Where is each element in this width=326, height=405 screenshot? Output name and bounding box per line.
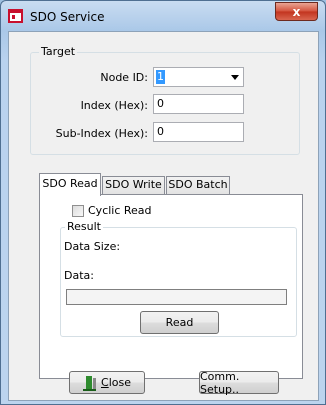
cyclic-read-label[interactable]: Cyclic Read — [88, 204, 152, 217]
subindex-input[interactable]: 0 — [153, 122, 244, 142]
window-close-button[interactable]: x — [275, 2, 318, 21]
chevron-down-icon[interactable] — [231, 75, 239, 80]
node-id-select[interactable]: 1 — [153, 67, 244, 87]
read-button[interactable]: Read — [140, 311, 219, 334]
title-bar[interactable]: SDO Service x — [1, 1, 325, 31]
close-button-mnemonic: C — [101, 376, 109, 389]
data-display — [66, 289, 287, 305]
comm-setup-button[interactable]: Comm. Setup.. — [199, 370, 279, 396]
cyclic-read-checkbox[interactable] — [72, 205, 84, 217]
dialog-body: Target Node ID: 1 Index (Hex): 0 Sub-Ind… — [8, 31, 319, 401]
tab-sdo-read[interactable]: SDO Read — [39, 173, 101, 196]
tab-sdo-write[interactable]: SDO Write — [102, 176, 165, 194]
subindex-label: Sub-Index (Hex): — [55, 127, 148, 140]
node-id-label: Node ID: — [100, 71, 148, 84]
data-size-label: Data Size: — [64, 240, 121, 253]
close-button[interactable]: Close — [69, 371, 145, 394]
window-title: SDO Service — [30, 10, 105, 24]
sdo-service-window: SDO Service x Target Node ID: 1 Index (H… — [0, 0, 326, 405]
tab-sdo-batch[interactable]: SDO Batch — [166, 176, 230, 194]
result-legend: Result — [65, 220, 103, 233]
app-icon — [8, 9, 23, 23]
data-label: Data: — [64, 269, 94, 282]
index-label: Index (Hex): — [80, 99, 148, 112]
close-door-icon — [83, 375, 96, 391]
node-id-value: 1 — [156, 70, 165, 84]
sdo-read-panel: Cyclic Read Result Data Size: Data: Read — [39, 194, 303, 379]
index-input[interactable]: 0 — [153, 94, 244, 114]
close-button-label: lose — [108, 376, 131, 389]
target-legend: Target — [39, 45, 78, 58]
